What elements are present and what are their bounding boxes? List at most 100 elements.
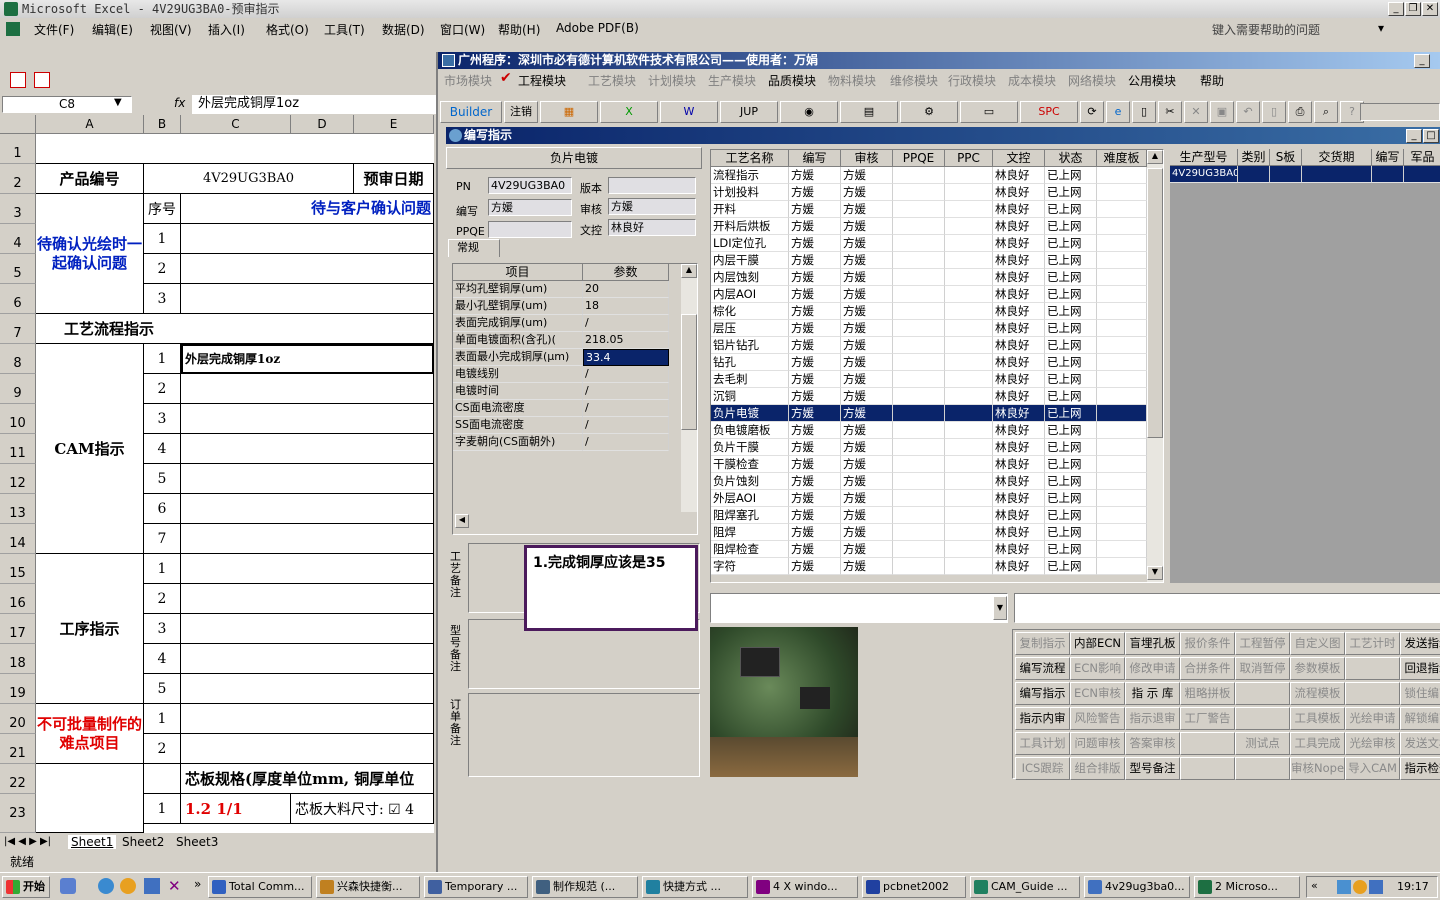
proc-cell[interactable]: 林良好 [993,354,1045,371]
proc-cell[interactable] [945,371,993,388]
proc-cell[interactable]: 方媛 [841,541,893,558]
proc-cell[interactable]: 方媛 [841,269,893,286]
menu-file[interactable]: 文件(F) [34,21,74,38]
proc-cell[interactable]: 去毛刺 [711,371,789,388]
proc-cell[interactable] [893,235,945,252]
proc-cell[interactable]: 铝片钻孔 [711,337,789,354]
proc-cell[interactable]: 方媛 [789,303,841,320]
menu-view[interactable]: 视图(V) [150,21,192,38]
table-row[interactable]: LDI定位孔 方媛 方媛 林良好 已上网 [711,235,1147,252]
clock-quicklaunch-icon[interactable] [120,878,136,894]
action-button[interactable]: ECN影响 [1070,657,1125,680]
proc-cell[interactable]: 方媛 [841,439,893,456]
seq-cell[interactable]: 5 [144,674,181,704]
row-header-3[interactable]: 3 [0,194,36,224]
proc-cell[interactable]: 方媛 [789,507,841,524]
new-doc-icon[interactable]: ▯ [1132,101,1156,123]
taskbar-button[interactable]: 制作规范 (... [532,876,638,898]
proc-cell[interactable] [1097,524,1147,541]
proc-cell[interactable] [945,388,993,405]
taskbar-button[interactable]: Temporary ... [424,876,528,898]
tray-clock-icon[interactable] [1353,880,1367,894]
version-field[interactable] [608,177,696,194]
action-button[interactable]: 修改申请 [1125,657,1180,680]
proc-cell[interactable]: 方媛 [789,541,841,558]
app-menu-item[interactable]: 维修模块 [890,72,938,89]
seq-cell[interactable]: 2 [144,734,181,764]
seq-cell[interactable]: 2 [144,584,181,614]
proc-cell[interactable]: 林良好 [993,456,1045,473]
action-button[interactable]: 回退指示 [1400,657,1440,680]
proc-cell[interactable] [893,473,945,490]
table-row[interactable]: 字符 方媛 方媛 林良好 已上网 [711,558,1147,575]
function-icon[interactable]: fx [174,96,185,110]
proc-cell[interactable] [945,473,993,490]
proc-cell[interactable]: 已上网 [1045,184,1097,201]
model-cell[interactable] [1404,166,1440,183]
proc-cell[interactable] [945,218,993,235]
action-button[interactable]: 盲埋孔板 [1125,632,1180,655]
param-header-value[interactable]: 参数 [583,264,669,281]
instruction-cell[interactable] [181,734,434,764]
proc-cell[interactable]: 方媛 [841,320,893,337]
proc-cell[interactable]: 层压 [711,320,789,337]
hard-items-block[interactable]: 不可批量制作的难点项目 [36,704,144,764]
menu-tools[interactable]: 工具(T) [324,21,365,38]
param-item[interactable]: 最小孔壁铜厚(um) [453,298,583,315]
proc-cell[interactable] [893,439,945,456]
instruction-cell[interactable] [181,584,434,614]
action-button[interactable]: 锁住编写 [1400,682,1440,705]
proc-cell[interactable]: 内层干膜 [711,252,789,269]
logout-button[interactable]: 注销 [504,101,538,123]
tab-general[interactable]: 常规 [448,239,500,257]
review-date-label[interactable]: 预审日期 [354,164,434,194]
proc-cell[interactable] [893,422,945,439]
scroll-up-icon[interactable]: ▲ [1147,150,1163,164]
proc-cell[interactable]: 方媛 [789,337,841,354]
toolbar-field[interactable] [1360,103,1440,121]
table-row[interactable]: 流程指示 方媛 方媛 林良好 已上网 [711,167,1147,184]
seq-header[interactable]: 序号 [144,194,181,224]
row-header-12[interactable]: 12 [0,464,36,494]
proc-cell[interactable] [893,456,945,473]
proc-cell[interactable] [1097,235,1147,252]
model-header[interactable]: 类别 [1238,149,1270,166]
model-header[interactable]: 编写 [1372,149,1404,166]
proc-cell[interactable]: 方媛 [789,354,841,371]
proc-cell[interactable] [1097,337,1147,354]
proc-block[interactable]: 工序指示 [36,554,144,704]
proc-cell[interactable]: 方媛 [841,303,893,320]
proc-cell[interactable] [945,201,993,218]
proc-cell[interactable]: 方媛 [789,269,841,286]
seq-cell[interactable]: 1 [144,224,181,254]
child-minimize-icon[interactable]: _ [1406,129,1422,143]
order-memo[interactable] [468,693,700,777]
pdf-convert-icon[interactable] [10,72,26,88]
menu-adobe-pdf[interactable]: Adobe PDF(B) [556,21,639,35]
table-row[interactable]: 沉铜 方媛 方媛 林良好 已上网 [711,388,1147,405]
name-box[interactable]: C8 [2,96,132,113]
proc-cell[interactable] [893,405,945,422]
proc-cell[interactable]: 方媛 [789,184,841,201]
action-button[interactable]: 问题审核 [1070,732,1125,755]
model-cell[interactable] [1302,166,1372,183]
proc-cell[interactable] [893,388,945,405]
proc-cell[interactable]: 方媛 [789,320,841,337]
seq-cell[interactable]: 3 [144,284,181,314]
row-header-4[interactable]: 4 [0,224,36,254]
app-menu-item[interactable]: 工艺模块 [588,72,636,89]
action-button[interactable]: 工艺计时 [1345,632,1400,655]
proc-cell[interactable]: 方媛 [841,167,893,184]
eye-icon[interactable]: ◉ [780,101,838,123]
model-cell[interactable] [1238,166,1270,183]
param-item[interactable]: CS面电流密度 [453,400,583,417]
proc-cell[interactable] [945,320,993,337]
proc-cell[interactable] [1097,490,1147,507]
word-icon[interactable]: W [660,101,718,123]
table-row[interactable]: 棕化 方媛 方媛 林良好 已上网 [711,303,1147,320]
proc-cell[interactable] [893,558,945,575]
refresh-icon[interactable]: ⟳ [1080,101,1104,123]
proc-cell[interactable] [945,507,993,524]
proc-header[interactable]: 编写 [789,150,841,167]
proc-cell[interactable]: 林良好 [993,405,1045,422]
